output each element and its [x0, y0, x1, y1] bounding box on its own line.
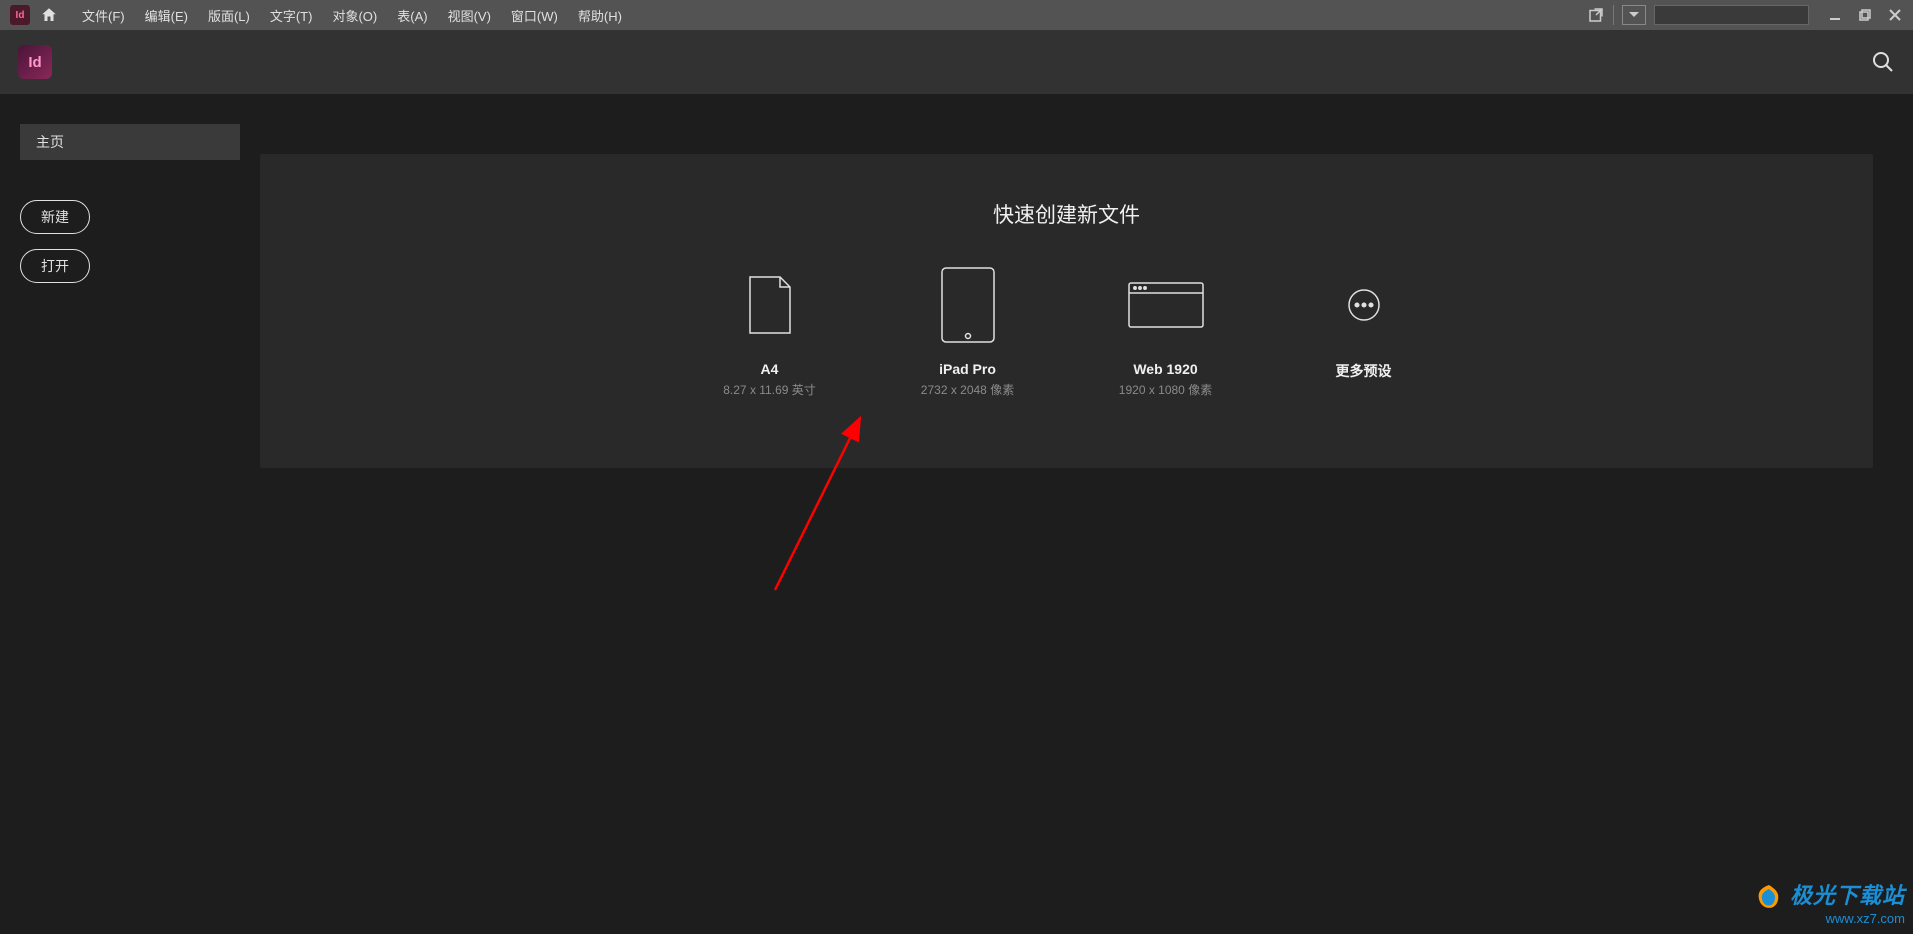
watermark: 极光下载站 www.xz7.com [1755, 878, 1905, 926]
menu-table[interactable]: 表(A) [387, 2, 437, 29]
menu-help[interactable]: 帮助(H) [568, 2, 632, 29]
menu-file[interactable]: 文件(F) [72, 2, 135, 29]
preset-label: iPad Pro [939, 361, 996, 377]
open-button[interactable]: 打开 [20, 249, 90, 283]
app-badge-icon: Id [10, 5, 30, 25]
menu-type[interactable]: 文字(T) [260, 2, 323, 29]
preset-dims: 8.27 x 11.69 英寸 [723, 381, 816, 398]
home-icon[interactable] [40, 6, 58, 24]
preset-a4[interactable]: A4 8.27 x 11.69 英寸 [710, 264, 830, 398]
close-icon[interactable] [1887, 7, 1903, 23]
home-tab[interactable]: 主页 [20, 124, 240, 160]
menu-edit[interactable]: 编辑(E) [135, 2, 198, 29]
new-button[interactable]: 新建 [20, 200, 90, 234]
menu-right-group [1587, 5, 1903, 25]
menu-search-input[interactable] [1654, 5, 1809, 25]
menu-window[interactable]: 窗口(W) [501, 2, 568, 29]
presets-row: A4 8.27 x 11.69 英寸 iPad Pro 2732 x 2048 … [300, 264, 1833, 398]
more-icon [1347, 264, 1381, 346]
menu-view[interactable]: 视图(V) [438, 2, 501, 29]
share-icon[interactable] [1587, 6, 1605, 24]
search-icon[interactable] [1871, 50, 1895, 74]
workspace-dropdown[interactable] [1622, 5, 1646, 25]
main-panel: 快速创建新文件 A4 8.27 x 11.69 英寸 [260, 94, 1913, 934]
browser-icon [1127, 264, 1205, 346]
quick-create-panel: 快速创建新文件 A4 8.27 x 11.69 英寸 [260, 154, 1873, 468]
menu-object[interactable]: 对象(O) [322, 2, 387, 29]
preset-dims: 1920 x 1080 像素 [1119, 381, 1212, 398]
preset-more[interactable]: 更多预设 [1304, 264, 1424, 398]
menu-layout[interactable]: 版面(L) [198, 2, 260, 29]
menu-bar: Id 文件(F) 编辑(E) 版面(L) 文字(T) 对象(O) 表(A) 视图… [0, 0, 1913, 30]
tablet-icon [940, 264, 996, 346]
indesign-logo-icon: Id [18, 45, 52, 79]
window-controls [1827, 7, 1903, 23]
sidebar: 主页 新建 打开 [0, 94, 260, 934]
preset-ipad-pro[interactable]: iPad Pro 2732 x 2048 像素 [908, 264, 1028, 398]
panel-title: 快速创建新文件 [300, 199, 1833, 229]
header-bar: Id [0, 30, 1913, 94]
watermark-title: 极光下载站 [1755, 878, 1905, 911]
content-area: 主页 新建 打开 快速创建新文件 A4 8.27 x 11.69 英寸 [0, 94, 1913, 934]
preset-label: 更多预设 [1336, 361, 1392, 381]
minimize-icon[interactable] [1827, 7, 1843, 23]
preset-web-1920[interactable]: Web 1920 1920 x 1080 像素 [1106, 264, 1226, 398]
watermark-url: www.xz7.com [1755, 911, 1905, 926]
maximize-icon[interactable] [1857, 7, 1873, 23]
separator [1613, 5, 1614, 25]
preset-label: A4 [761, 361, 779, 377]
document-icon [748, 264, 792, 346]
preset-dims: 2732 x 2048 像素 [921, 381, 1014, 398]
preset-label: Web 1920 [1133, 361, 1197, 377]
